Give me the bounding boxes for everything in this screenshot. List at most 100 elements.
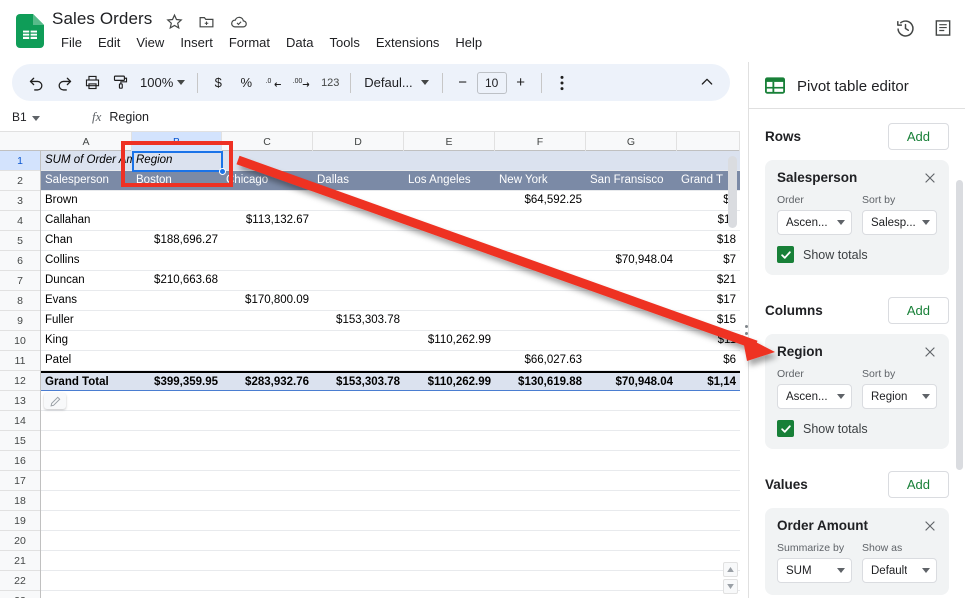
row-header-11[interactable]: 11 — [0, 351, 40, 371]
more-formats-button[interactable]: 123 — [316, 69, 344, 97]
close-icon[interactable] — [923, 171, 937, 185]
cell-D2[interactable]: Dallas — [313, 171, 404, 190]
add-value-button[interactable]: Add — [888, 471, 949, 498]
paint-format-icon[interactable] — [106, 69, 134, 97]
row-header-4[interactable]: 4 — [0, 211, 40, 231]
font-size-input[interactable]: 10 — [477, 72, 507, 94]
menu-file[interactable]: File — [54, 33, 89, 52]
cell-A1[interactable]: SUM of Order Am — [41, 151, 132, 170]
cell-H12[interactable]: $1,14 — [677, 373, 740, 392]
fill-handle[interactable] — [219, 168, 226, 175]
cloud-saved-icon[interactable] — [229, 12, 248, 31]
cell-A7[interactable]: Duncan — [41, 271, 132, 290]
cell-B7[interactable]: $210,663.68 — [132, 271, 222, 290]
menu-view[interactable]: View — [129, 33, 171, 52]
column-header-H[interactable] — [677, 132, 740, 151]
row-header-18[interactable]: 18 — [0, 491, 40, 511]
columns-order-select[interactable]: Ascen... — [777, 384, 852, 409]
print-icon[interactable] — [78, 69, 106, 97]
vertical-scrollbar[interactable] — [728, 156, 737, 228]
row-header-1[interactable]: 1 — [0, 151, 40, 171]
cell-A9[interactable]: Fuller — [41, 311, 132, 330]
cell-H11[interactable]: $6 — [677, 351, 740, 370]
version-history-icon[interactable] — [891, 14, 919, 42]
cell-H6[interactable]: $7 — [677, 251, 740, 270]
values-field-card-order-amount[interactable]: Order Amount Summarize by SUM Show — [765, 508, 949, 595]
row-header-15[interactable]: 15 — [0, 431, 40, 451]
document-title[interactable]: Sales Orders — [52, 9, 152, 29]
undo-icon[interactable] — [22, 69, 50, 97]
cell-B5[interactable]: $188,696.27 — [132, 231, 222, 250]
rows-show-totals-row[interactable]: Show totals — [777, 246, 937, 263]
cell-F2[interactable]: New York — [495, 171, 586, 190]
columns-show-totals-checkbox[interactable] — [777, 420, 794, 437]
cell-H9[interactable]: $15 — [677, 311, 740, 330]
cell-F3[interactable]: $64,592.25 — [495, 191, 586, 210]
cell-C12[interactable]: $283,932.76 — [222, 373, 313, 392]
cell-H7[interactable]: $21 — [677, 271, 740, 290]
currency-format-button[interactable]: $ — [204, 69, 232, 97]
row-header-5[interactable]: 5 — [0, 231, 40, 251]
cell-E2[interactable]: Los Angeles — [404, 171, 495, 190]
more-options-icon[interactable] — [548, 69, 576, 97]
row-header-21[interactable]: 21 — [0, 551, 40, 571]
cell-E12[interactable]: $110,262.99 — [404, 373, 495, 392]
columns-field-card-region[interactable]: Region Order Ascen... Sort by — [765, 334, 949, 449]
menu-edit[interactable]: Edit — [91, 33, 127, 52]
menu-help[interactable]: Help — [448, 33, 489, 52]
cell-H5[interactable]: $18 — [677, 231, 740, 250]
menu-extensions[interactable]: Extensions — [369, 33, 447, 52]
columns-sortby-select[interactable]: Region — [862, 384, 937, 409]
cell-G12[interactable]: $70,948.04 — [586, 373, 677, 392]
collapse-toolbar-icon[interactable] — [694, 69, 720, 95]
font-family-dropdown[interactable]: Defaul... — [357, 70, 435, 96]
cell-B12[interactable]: $399,359.95 — [132, 373, 222, 392]
column-header-A[interactable]: A — [41, 132, 132, 151]
menu-insert[interactable]: Insert — [173, 33, 220, 52]
cell-H10[interactable]: $11 — [677, 331, 740, 350]
row-header-17[interactable]: 17 — [0, 471, 40, 491]
row-header-3[interactable]: 3 — [0, 191, 40, 211]
cell-C4[interactable]: $113,132.67 — [222, 211, 313, 230]
cell-F11[interactable]: $66,027.63 — [495, 351, 586, 370]
row-header-16[interactable]: 16 — [0, 451, 40, 471]
move-to-folder-icon[interactable] — [197, 12, 216, 31]
cell-F12[interactable]: $130,619.88 — [495, 373, 586, 392]
rows-order-select[interactable]: Ascen... — [777, 210, 852, 235]
cell-A11[interactable]: Patel — [41, 351, 132, 370]
name-box[interactable]: B1 — [0, 110, 90, 124]
add-row-button[interactable]: Add — [888, 123, 949, 150]
cell-A2[interactable]: Salesperson — [41, 171, 132, 190]
row-header-23[interactable]: 23 — [0, 591, 40, 598]
increase-font-size-button[interactable]: + — [507, 69, 535, 97]
cell-G6[interactable]: $70,948.04 — [586, 251, 677, 270]
close-icon[interactable] — [923, 345, 937, 359]
column-header-C[interactable]: C — [222, 132, 313, 151]
cell-A8[interactable]: Evans — [41, 291, 132, 310]
close-icon[interactable] — [923, 519, 937, 533]
column-header-D[interactable]: D — [313, 132, 404, 151]
formula-input[interactable]: Region — [109, 110, 149, 124]
row-header-10[interactable]: 10 — [0, 331, 40, 351]
row-header-7[interactable]: 7 — [0, 271, 40, 291]
column-header-G[interactable]: G — [586, 132, 677, 151]
cell-B2[interactable]: Boston — [132, 171, 222, 190]
menu-format[interactable]: Format — [222, 33, 277, 52]
scroll-up-button[interactable] — [723, 562, 738, 577]
row-header-8[interactable]: 8 — [0, 291, 40, 311]
cell-A4[interactable]: Callahan — [41, 211, 132, 230]
column-header-F[interactable]: F — [495, 132, 586, 151]
spreadsheet-grid[interactable]: A B C D E F G 12345678910111213141516171… — [0, 131, 740, 598]
menu-data[interactable]: Data — [279, 33, 320, 52]
decrease-decimal-button[interactable]: .0 — [260, 69, 288, 97]
columns-show-totals-row[interactable]: Show totals — [777, 420, 937, 437]
row-header-19[interactable]: 19 — [0, 511, 40, 531]
cell-A12[interactable]: Grand Total — [41, 373, 132, 392]
row-header-20[interactable]: 20 — [0, 531, 40, 551]
row-header-6[interactable]: 6 — [0, 251, 40, 271]
cell-E10[interactable]: $110,262.99 — [404, 331, 495, 350]
cell-B1[interactable]: Region — [132, 151, 222, 170]
zoom-level-dropdown[interactable]: 100% — [134, 70, 191, 96]
star-icon[interactable] — [165, 12, 184, 31]
rows-show-totals-checkbox[interactable] — [777, 246, 794, 263]
